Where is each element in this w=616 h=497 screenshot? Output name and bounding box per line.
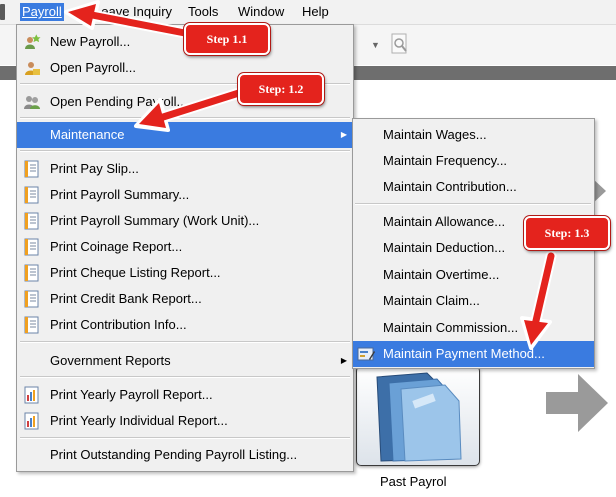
menu-item-label: Print Credit Bank Report...: [50, 291, 202, 306]
past-payroll-tile[interactable]: [356, 366, 480, 466]
submenu-item-maintain-wages[interactable]: Maintain Wages...: [353, 122, 594, 148]
step-1-1-callout: Step 1.1: [184, 23, 270, 55]
submenu-item-label: Maintain Allowance...: [383, 214, 506, 229]
report-icon: [24, 186, 39, 204]
submenu-arrow-icon: ▶: [340, 356, 347, 365]
menu-payroll[interactable]: Payroll: [20, 3, 64, 21]
menu-separator: [20, 376, 350, 378]
menu-item-label: Print Payroll Summary...: [50, 187, 190, 202]
submenu-item-label: Maintain Wages...: [383, 127, 487, 142]
menu-separator: [20, 117, 350, 119]
menu-leave[interactable]: Leave: [92, 3, 131, 21]
menu-tools[interactable]: Tools: [186, 3, 220, 21]
report-icon: [24, 264, 39, 282]
menu-item-label: Print Coinage Report...: [50, 239, 183, 254]
folder-icon: [376, 372, 462, 462]
submenu-item-maintain-payment-method[interactable]: Maintain Payment Method...: [353, 341, 594, 367]
menu-item-print-coinage-report[interactable]: Print Coinage Report...: [17, 234, 353, 260]
menu-item-label: Print Yearly Individual Report...: [50, 413, 228, 428]
submenu-item-maintain-commission[interactable]: Maintain Commission...: [353, 315, 594, 341]
past-payroll-label: Past Payrol: [380, 474, 447, 489]
window-edge-marker: [0, 4, 5, 20]
menu-item-label: Print Pay Slip...: [50, 161, 139, 176]
submenu-item-label: Maintain Deduction...: [383, 240, 506, 255]
step-1-2-callout: Step: 1.2: [238, 73, 324, 105]
chart-report-icon: [24, 412, 39, 430]
menu-item-maintenance[interactable]: Maintenance ▶: [17, 122, 353, 148]
submenu-item-maintain-frequency[interactable]: Maintain Frequency...: [353, 148, 594, 174]
menu-window[interactable]: Window: [236, 3, 286, 21]
submenu-arrow-icon: ▶: [340, 130, 347, 139]
menu-item-label: Print Payroll Summary (Work Unit)...: [50, 213, 260, 228]
menu-item-label: Government Reports: [50, 353, 171, 368]
submenu-item-label: Maintain Commission...: [383, 320, 519, 335]
menu-item-label: Print Contribution Info...: [50, 317, 187, 332]
toolbar-dropdown-caret-icon[interactable]: ▼: [371, 40, 380, 50]
report-icon: [24, 212, 39, 230]
submenu-item-label: Maintain Payment Method...: [383, 346, 545, 361]
submenu-separator: [355, 203, 591, 205]
report-icon: [24, 290, 39, 308]
flow-arrow-large-icon: [546, 374, 608, 432]
step-1-3-callout: Step: 1.3: [524, 216, 610, 250]
report-icon: [24, 316, 39, 334]
report-icon: [24, 238, 39, 256]
submenu-item-maintain-contribution[interactable]: Maintain Contribution...: [353, 174, 594, 200]
menu-item-print-yearly-individual-report[interactable]: Print Yearly Individual Report...: [17, 408, 353, 434]
menu-separator: [20, 341, 350, 343]
menu-separator: [20, 150, 350, 152]
menu-item-label: Open Payroll...: [50, 60, 136, 75]
menu-item-label: Maintenance: [50, 127, 125, 142]
menu-item-print-payroll-summary[interactable]: Print Payroll Summary...: [17, 182, 353, 208]
menu-help[interactable]: Help: [300, 3, 331, 21]
menu-inquiry[interactable]: Inquiry: [131, 3, 174, 21]
print-preview-icon[interactable]: [390, 32, 410, 56]
submenu-item-label: Maintain Frequency...: [383, 153, 508, 168]
submenu-item-maintain-overtime[interactable]: Maintain Overtime...: [353, 262, 594, 288]
new-payroll-icon: [25, 34, 41, 49]
menu-item-print-cheque-listing-report[interactable]: Print Cheque Listing Report...: [17, 260, 353, 286]
menu-item-print-pay-slip[interactable]: Print Pay Slip...: [17, 156, 353, 182]
report-icon: [24, 160, 39, 178]
chart-report-icon: [24, 386, 39, 404]
open-payroll-icon: [25, 62, 40, 75]
payment-method-icon: [357, 347, 375, 361]
pending-payroll-icon: [24, 96, 40, 109]
menu-item-print-contribution-info[interactable]: Print Contribution Info...: [17, 312, 353, 338]
submenu-item-label: Maintain Contribution...: [383, 179, 517, 194]
menu-item-print-payroll-summary-work-unit[interactable]: Print Payroll Summary (Work Unit)...: [17, 208, 353, 234]
menu-item-print-outstanding-pending-payroll-listing[interactable]: Print Outstanding Pending Payroll Listin…: [17, 442, 353, 468]
menu-item-print-yearly-payroll-report[interactable]: Print Yearly Payroll Report...: [17, 382, 353, 408]
submenu-item-label: Maintain Overtime...: [383, 267, 500, 282]
menu-item-government-reports[interactable]: Government Reports ▶: [17, 348, 353, 374]
menu-bar: Payroll Leave Inquiry Tools Window Help: [0, 0, 616, 25]
menu-item-label: New Payroll...: [50, 34, 131, 49]
submenu-item-maintain-claim[interactable]: Maintain Claim...: [353, 288, 594, 314]
menu-item-label: Print Yearly Payroll Report...: [50, 387, 213, 402]
menu-item-label: Print Cheque Listing Report...: [50, 265, 221, 280]
menu-item-label: Print Outstanding Pending Payroll Listin…: [50, 447, 298, 462]
menu-separator: [20, 437, 350, 439]
menu-item-label: Open Pending Payroll...: [50, 94, 188, 109]
menu-item-print-credit-bank-report[interactable]: Print Credit Bank Report...: [17, 286, 353, 312]
submenu-item-label: Maintain Claim...: [383, 293, 480, 308]
